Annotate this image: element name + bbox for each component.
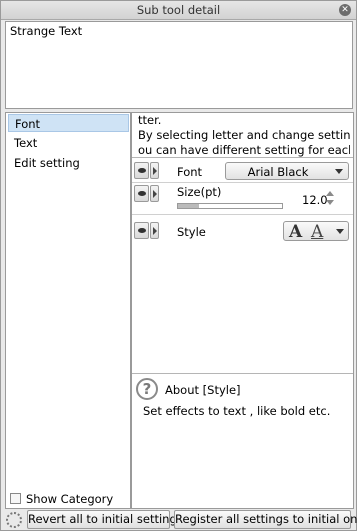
close-icon[interactable]: ✕ (339, 4, 351, 16)
category-description: tter. By selecting letter and change set… (138, 113, 350, 158)
show-category-checkbox[interactable]: Show Category (10, 492, 113, 506)
chevron-down-icon (336, 229, 344, 234)
sub-tool-detail-window: Sub tool detail ✕ Strange Text Font Text… (0, 0, 357, 531)
category-item-font[interactable]: Font (8, 114, 129, 132)
style-label: Style (177, 225, 206, 239)
expand-arrow-icon[interactable] (150, 185, 159, 202)
chevron-down-icon (335, 169, 343, 174)
category-list: Font Text Edit setting Show Category (5, 112, 131, 509)
description-line: By selecting letter and change settings,… (138, 128, 350, 142)
help-icon: ? (136, 378, 158, 400)
text-preview: Strange Text (5, 21, 353, 109)
font-label: Font (177, 165, 203, 179)
expand-arrow-icon[interactable] (150, 162, 159, 179)
checkbox-box[interactable] (10, 493, 21, 504)
register-all-button[interactable]: Register all settings to initial ones (174, 510, 357, 529)
show-category-label: Show Category (26, 492, 114, 506)
preview-text: Strange Text (10, 24, 83, 38)
size-value[interactable]: 12.0 (302, 193, 328, 207)
style-dropdown[interactable]: A A (283, 221, 349, 242)
help-text: Set effects to text , like bold etc. (143, 404, 331, 418)
category-label: Edit setting (14, 156, 80, 170)
help-panel: ? About [Style] Set effects to text , li… (132, 373, 353, 508)
window-title: Sub tool detail (136, 3, 221, 17)
size-label: Size(pt) (177, 185, 222, 199)
divider (132, 214, 353, 215)
category-label: Font (15, 117, 41, 131)
size-spinner[interactable] (325, 191, 335, 207)
property-list: Font Arial Black Size(pt) 12.0 Style A A (132, 157, 353, 372)
spin-up-icon[interactable] (326, 191, 334, 196)
revert-all-button[interactable]: Revert all to initial settings (27, 510, 183, 529)
property-row-style: Style A A (132, 219, 353, 243)
settings-icon[interactable] (6, 512, 22, 528)
outline-text-icon: A (311, 222, 324, 242)
category-label: Text (14, 136, 38, 150)
description-line: tter. (138, 113, 162, 127)
size-slider[interactable] (177, 203, 283, 209)
size-slider-fill (178, 204, 199, 208)
eye-icon[interactable] (134, 162, 149, 179)
eye-icon[interactable] (134, 185, 149, 202)
category-item-edit-setting[interactable]: Edit setting (8, 154, 129, 172)
title-bar[interactable]: Sub tool detail ✕ (1, 1, 356, 20)
eye-icon[interactable] (134, 222, 149, 239)
font-value: Arial Black (247, 165, 309, 179)
description-line: ou can have different setting for each l… (138, 143, 350, 157)
font-dropdown[interactable]: Arial Black (225, 162, 349, 180)
spin-down-icon[interactable] (326, 200, 334, 205)
property-row-font: Font Arial Black (132, 161, 353, 181)
property-panel: tter. By selecting letter and change set… (131, 112, 354, 509)
bold-text-icon: A (289, 222, 303, 242)
expand-arrow-icon[interactable] (150, 222, 159, 239)
help-title: About [Style] (165, 383, 241, 397)
category-item-text[interactable]: Text (8, 134, 129, 152)
property-row-size: Size(pt) 12.0 (132, 184, 353, 212)
footer-bar: Revert all to initial settings Register … (1, 510, 357, 530)
divider (132, 182, 353, 183)
